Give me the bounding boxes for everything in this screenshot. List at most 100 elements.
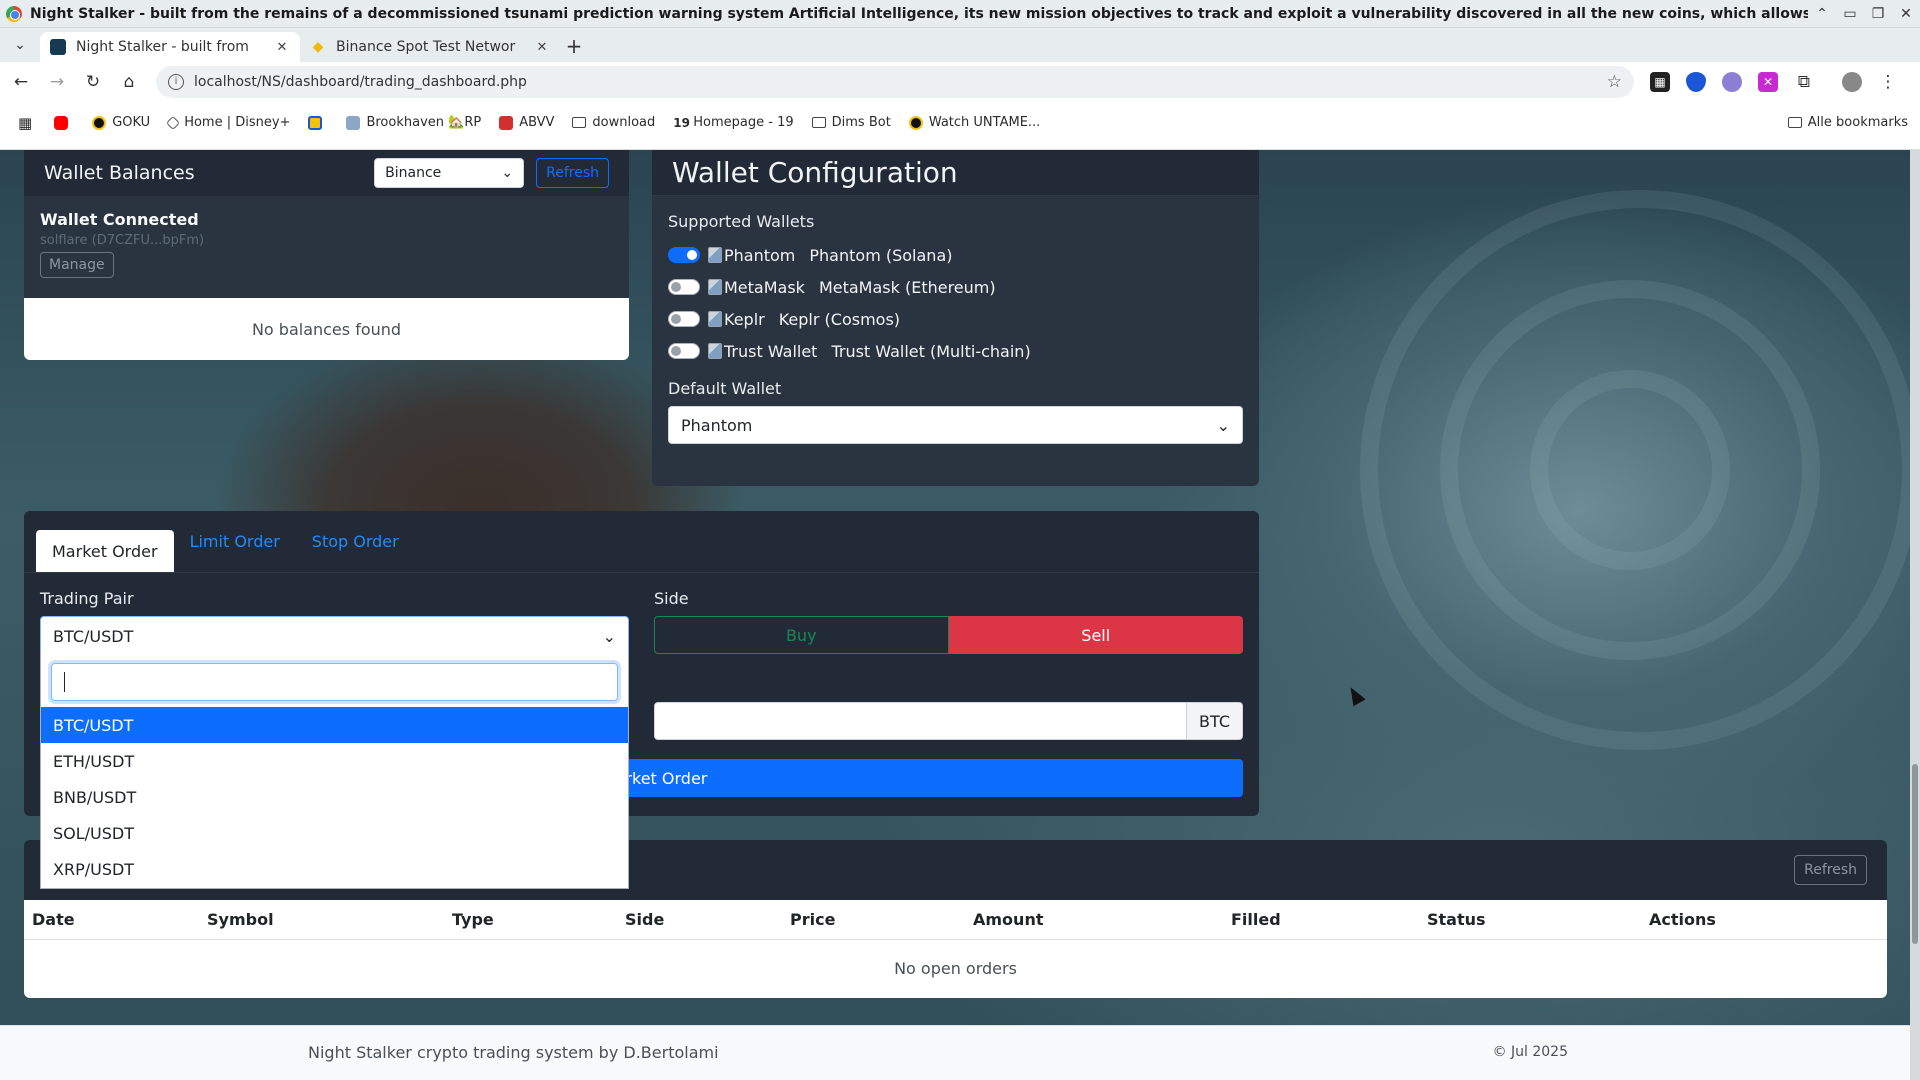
- sell-button[interactable]: Sell: [948, 616, 1243, 654]
- profile-avatar[interactable]: [1842, 72, 1862, 92]
- trading-pair-label: Trading Pair: [40, 589, 134, 608]
- scrollbar-thumb[interactable]: [1912, 764, 1918, 944]
- home-icon[interactable]: ⌂: [114, 67, 144, 97]
- trading-pair-select[interactable]: BTC/USDT ⌄: [40, 616, 629, 656]
- all-bookmarks-label: Alle bookmarks: [1807, 115, 1908, 130]
- chrome-icon: [6, 5, 22, 22]
- wallet-configuration-header: Wallet Configuration: [652, 150, 1259, 196]
- tab-strip: ⌄ Night Stalker - built from ✕ ◆ Binance…: [0, 28, 1920, 62]
- cloud-extension-icon[interactable]: [1722, 72, 1742, 92]
- amount-input[interactable]: [654, 702, 1187, 740]
- manage-wallet-button[interactable]: Manage: [40, 252, 114, 278]
- all-bookmarks[interactable]: Alle bookmarks: [1787, 115, 1908, 130]
- keplr-toggle[interactable]: [668, 311, 700, 327]
- trading-pair-dropdown: BTC/USDT ETH/USDT BNB/USDT SOL/USDT XRP/…: [40, 653, 629, 889]
- tab-label: Night Stalker - built from: [76, 39, 249, 55]
- bookmark-star-icon[interactable]: ☆: [1607, 72, 1622, 92]
- option-eth-usdt[interactable]: ETH/USDT: [41, 743, 628, 779]
- bookmark-label: download: [592, 115, 656, 130]
- bookmark-homepage[interactable]: 19 Homepage - 19: [673, 115, 793, 130]
- bookmark-watch[interactable]: Watch UNTAME...: [908, 115, 1040, 130]
- option-btc-usdt[interactable]: BTC/USDT: [41, 707, 628, 743]
- exchange-select[interactable]: Binance ⌄: [374, 158, 525, 188]
- close-tab-icon[interactable]: ✕: [274, 40, 290, 55]
- browser-menu-icon[interactable]: ⋮: [1878, 72, 1898, 92]
- calendar-icon: [308, 115, 323, 130]
- new-tab-icon[interactable]: +: [560, 32, 588, 60]
- phantom-toggle[interactable]: [668, 247, 700, 263]
- bookmark-abvv[interactable]: ABVV: [499, 115, 554, 130]
- address-bar[interactable]: i localhost/NS/dashboard/trading_dashboa…: [156, 66, 1634, 98]
- wallet-option-label: Phantom (Solana): [809, 245, 953, 265]
- amount-input-group: BTC: [654, 702, 1243, 740]
- bookmark-disney[interactable]: Home | Disney+: [166, 115, 290, 130]
- column-header: Amount: [973, 910, 1044, 929]
- wallet-configuration-body: Supported Wallets Phantom Phantom (Solan…: [652, 196, 1259, 486]
- bookmark-goku[interactable]: GOKU: [92, 115, 150, 130]
- option-bnb-usdt[interactable]: BNB/USDT: [41, 779, 628, 815]
- tab-limit-order[interactable]: Limit Order: [174, 520, 296, 562]
- tab-market-order[interactable]: Market Order: [36, 530, 174, 572]
- default-wallet-select[interactable]: Phantom ⌄: [668, 406, 1243, 444]
- buy-button[interactable]: Buy: [654, 616, 949, 654]
- tab-night-stalker[interactable]: Night Stalker - built from ✕: [40, 32, 300, 62]
- open-orders-table: Date Symbol Type Side Price Amount Fille…: [24, 900, 1887, 998]
- tab-stop-order[interactable]: Stop Order: [296, 520, 415, 562]
- apps-grid-icon[interactable]: ▦: [18, 114, 32, 132]
- wallet-configuration-title: Wallet Configuration: [672, 156, 958, 189]
- brookhaven-icon: [346, 115, 361, 130]
- wallet-option-label: Keplr (Cosmos): [778, 309, 901, 329]
- phantom-logo: Phantom: [708, 246, 795, 265]
- trust-wallet-toggle[interactable]: [668, 343, 700, 359]
- collapse-icon[interactable]: ⌃: [1808, 6, 1836, 22]
- bookmark-dims-bot[interactable]: Dims Bot: [811, 115, 891, 130]
- bookmark-brookhaven[interactable]: Brookhaven 🏡RP: [346, 115, 481, 130]
- wallet-status: Wallet Connected solflare (D7CZFU...bpFm…: [24, 196, 629, 298]
- wallet-balances-panel: Wallet Balances Binance ⌄ Refresh Wallet…: [24, 150, 629, 360]
- puzzle-extension-icon[interactable]: ✕: [1758, 72, 1778, 92]
- restore-icon[interactable]: ❐: [1864, 6, 1892, 22]
- wallet-option-label: Trust Wallet (Multi-chain): [831, 341, 1031, 361]
- shield-extension-icon[interactable]: [1686, 72, 1706, 92]
- extensions-menu-icon[interactable]: ⧉: [1794, 72, 1814, 92]
- option-sol-usdt[interactable]: SOL/USDT: [41, 815, 628, 851]
- exchange-select-value: Binance: [385, 165, 442, 181]
- metamask-toggle[interactable]: [668, 279, 700, 295]
- bookmark-label: Dims Bot: [831, 115, 891, 130]
- bookmark-download[interactable]: download: [572, 115, 655, 130]
- refresh-orders-button[interactable]: Refresh: [1794, 855, 1867, 885]
- youtube-bookmark[interactable]: [54, 115, 74, 130]
- minimize-icon[interactable]: ▭: [1836, 6, 1864, 22]
- goku-icon: [908, 115, 923, 130]
- page-scrollbar[interactable]: [1910, 150, 1920, 1080]
- tab-search-icon[interactable]: ⌄: [6, 31, 34, 59]
- site-info-icon[interactable]: i: [168, 74, 184, 90]
- binance-favicon: ◆: [312, 39, 324, 55]
- bookmark-calendar[interactable]: [308, 115, 328, 130]
- default-wallet-value: Phantom: [681, 415, 753, 435]
- table-header-row: Date Symbol Type Side Price Amount Fille…: [24, 900, 1887, 940]
- folder-icon: [1787, 117, 1802, 128]
- window-title: Night Stalker - built from the remains o…: [30, 5, 1808, 22]
- page-footer: Night Stalker crypto trading system by D…: [0, 1025, 1920, 1080]
- refresh-balances-button[interactable]: Refresh: [536, 158, 609, 188]
- column-header: Symbol: [207, 910, 274, 929]
- close-tab-icon[interactable]: ✕: [534, 40, 550, 55]
- amount-unit: BTC: [1187, 702, 1243, 740]
- forward-icon[interactable]: →: [42, 67, 72, 97]
- option-xrp-usdt[interactable]: XRP/USDT: [41, 851, 628, 887]
- column-header: Filled: [1231, 910, 1281, 929]
- column-header: Status: [1427, 910, 1486, 929]
- default-wallet-label: Default Wallet: [668, 379, 782, 398]
- url-text[interactable]: localhost/NS/dashboard/trading_dashboard…: [194, 74, 1607, 90]
- extension-icon[interactable]: ▦: [1650, 72, 1670, 92]
- reload-icon[interactable]: ↻: [78, 67, 108, 97]
- close-window-icon[interactable]: ✕: [1892, 6, 1920, 22]
- tab-binance[interactable]: ◆ Binance Spot Test Networ ✕: [300, 32, 560, 62]
- text-caret: [64, 672, 65, 692]
- footer-copyright: © Jul 2025: [1492, 1044, 1568, 1060]
- wallet-option-metamask: MetaMask MetaMask (Ethereum): [668, 271, 1243, 303]
- dropdown-search-input[interactable]: [51, 663, 618, 701]
- back-icon[interactable]: ←: [6, 67, 36, 97]
- youtube-icon: [54, 115, 69, 130]
